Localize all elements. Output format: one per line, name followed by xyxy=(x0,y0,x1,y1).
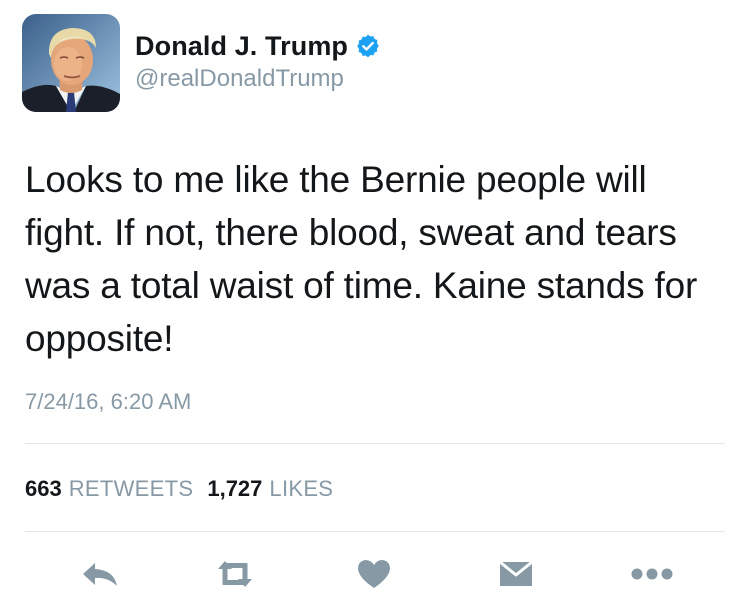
like-button[interactable] xyxy=(352,552,396,596)
likes-label[interactable]: LIKES xyxy=(269,476,333,502)
avatar[interactable] xyxy=(22,14,120,112)
more-button[interactable] xyxy=(630,552,674,596)
retweet-icon xyxy=(218,561,252,587)
tweet-text: Looks to me like the Bernie people will … xyxy=(25,159,698,359)
retweet-button[interactable] xyxy=(213,552,257,596)
user-handle[interactable]: @realDonaldTrump xyxy=(135,65,381,93)
user-names: Donald J. Trump @realDonaldTrump xyxy=(135,29,381,93)
like-icon xyxy=(358,560,390,588)
verified-badge-icon xyxy=(355,33,381,59)
retweets-count[interactable]: 663 xyxy=(25,476,62,502)
display-name[interactable]: Donald J. Trump xyxy=(135,31,348,62)
retweets-label[interactable]: RETWEETS xyxy=(69,476,194,502)
divider xyxy=(25,531,725,532)
avatar-image xyxy=(22,14,120,112)
reply-icon xyxy=(83,563,117,586)
divider xyxy=(25,443,725,444)
tweet-timestamp[interactable]: 7/24/16, 6:20 AM xyxy=(25,389,191,415)
direct-message-icon xyxy=(499,560,533,586)
tweet-stats: 663 RETWEETS 1,727 LIKES xyxy=(25,476,333,502)
more-icon xyxy=(631,568,673,580)
likes-count[interactable]: 1,727 xyxy=(207,476,262,502)
name-row: Donald J. Trump xyxy=(135,29,381,63)
tweet-detail: Donald J. Trump @realDonaldTrump Looks t… xyxy=(0,0,750,611)
reply-button[interactable] xyxy=(78,552,122,596)
direct-message-button[interactable] xyxy=(494,552,538,596)
action-bar xyxy=(0,552,750,596)
tweet-header: Donald J. Trump @realDonaldTrump xyxy=(22,14,381,112)
